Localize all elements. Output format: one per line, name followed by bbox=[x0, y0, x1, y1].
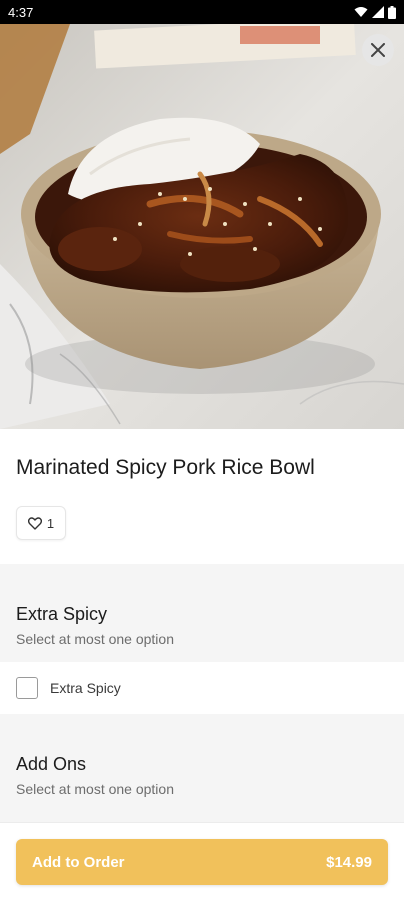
section-subtitle: Select at most one option bbox=[16, 631, 174, 647]
close-icon bbox=[371, 43, 385, 57]
battery-icon bbox=[388, 5, 396, 19]
option-label: Extra Spicy bbox=[50, 680, 121, 696]
section-title: Extra Spicy bbox=[16, 604, 108, 624]
extra-spicy-checkbox[interactable] bbox=[16, 677, 38, 699]
product-image bbox=[0, 24, 404, 429]
section-extra-spicy: Extra Spicy Select at most one option bbox=[0, 564, 404, 662]
section-add-ons: Add Ons Select at most one option bbox=[0, 714, 404, 822]
option-extra-spicy[interactable]: Extra Spicy bbox=[0, 662, 404, 714]
heart-icon bbox=[27, 516, 42, 530]
add-to-order-label: Add to Order bbox=[32, 853, 125, 871]
section-subtitle: Select at most one option bbox=[16, 781, 174, 797]
status-icons bbox=[354, 5, 396, 19]
close-button[interactable] bbox=[362, 34, 394, 66]
section-title: Add Ons bbox=[16, 754, 87, 774]
status-time: 4:37 bbox=[8, 4, 34, 20]
status-bar: 4:37 bbox=[0, 0, 404, 24]
rice-bowl-photo bbox=[0, 24, 404, 429]
like-button[interactable]: 1 bbox=[16, 506, 66, 540]
order-price: $14.99 bbox=[326, 853, 372, 871]
product-title: Marinated Spicy Pork Rice Bowl bbox=[16, 456, 315, 479]
signal-icon bbox=[372, 6, 384, 18]
wifi-icon bbox=[354, 7, 368, 17]
add-to-order-button[interactable]: Add to Order $14.99 bbox=[16, 839, 388, 885]
like-count: 1 bbox=[46, 515, 55, 531]
footer-bar: Add to Order $14.99 bbox=[0, 822, 404, 901]
